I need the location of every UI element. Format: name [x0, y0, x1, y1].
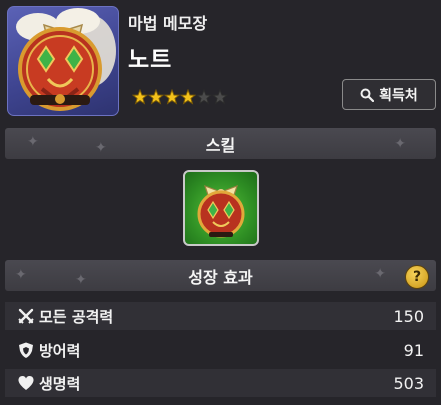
stat-row: 생명력 503 [5, 369, 436, 397]
sparkle-decoration-icon: ✦ [374, 266, 386, 282]
skill-icon[interactable] [183, 170, 259, 246]
star-filled-icon [132, 89, 148, 105]
crossed-swords-icon [18, 308, 34, 324]
acquire-source-button[interactable]: 획득처 [342, 79, 436, 110]
stat-value: 91 [403, 340, 424, 360]
stat-label: 모든 공격력 [39, 307, 114, 326]
notebook-skill-icon [197, 184, 245, 238]
skill-section-header: ✦ ✦ ✦ 스킬 [5, 128, 436, 159]
acquire-button-label: 획득처 [379, 87, 418, 104]
help-icon[interactable]: ? [405, 265, 429, 289]
help-symbol: ? [412, 269, 422, 285]
stat-label: 생명력 [39, 374, 81, 393]
search-icon [360, 88, 375, 102]
stat-value: 150 [393, 306, 424, 326]
stat-label: 방어력 [39, 341, 81, 360]
item-name: 노트 [128, 47, 173, 73]
stat-row: 방어력 91 [5, 336, 436, 364]
growth-section-header: ✦ ✦ ✦ 성장 효과 ? [5, 260, 436, 291]
sparkle-decoration-icon: ✦ [95, 140, 107, 156]
stat-row: 모든 공격력 150 [5, 302, 436, 330]
sparkle-decoration-icon: ✦ [27, 134, 39, 150]
stat-value: 503 [393, 373, 424, 393]
shield-icon [19, 342, 33, 358]
sparkle-decoration-icon: ✦ [75, 272, 87, 288]
sparkle-decoration-icon: ✦ [15, 267, 27, 283]
star-filled-icon [148, 89, 164, 105]
star-empty-icon [196, 89, 212, 105]
sparkle-decoration-icon: ✦ [394, 136, 406, 152]
notebook-art-icon [16, 8, 116, 111]
star-empty-icon [212, 89, 228, 105]
star-filled-icon [164, 89, 180, 105]
item-category: 마법 메모장 [128, 14, 208, 33]
skill-section-title: 스킬 [205, 135, 236, 155]
growth-section-title: 성장 효과 [188, 267, 253, 287]
heart-icon [18, 376, 34, 390]
rating-stars [132, 89, 228, 107]
star-filled-icon [180, 89, 196, 105]
item-header: 마법 메모장 노트 획득처 [0, 0, 441, 122]
item-portrait [7, 6, 119, 116]
